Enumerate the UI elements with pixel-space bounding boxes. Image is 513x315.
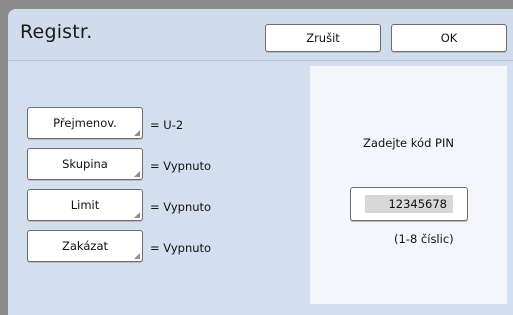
pin-prompt-label: Zadejte kód PIN <box>363 136 454 150</box>
disable-button[interactable]: Zakázat <box>27 230 143 262</box>
pin-length-hint: (1-8 číslic) <box>394 232 454 246</box>
rename-value: = U-2 <box>150 118 184 132</box>
pin-input-field[interactable]: 12345678 <box>350 187 468 221</box>
limit-value: = Vypnuto <box>150 200 212 214</box>
disable-value: = Vypnuto <box>150 241 212 255</box>
screen-frame: Registr. Zrušit OK Přejmenov. = U-2 Skup… <box>0 0 513 315</box>
cancel-button[interactable]: Zrušit <box>265 24 381 52</box>
pin-input-value: 12345678 <box>365 195 453 213</box>
group-value: = Vypnuto <box>150 159 212 173</box>
dialog-titlebar: Registr. Zrušit OK <box>8 9 513 61</box>
ok-button[interactable]: OK <box>391 24 507 52</box>
group-button[interactable]: Skupina <box>27 148 143 180</box>
rename-button[interactable]: Přejmenov. <box>27 107 143 139</box>
pin-entry-panel: Zadejte kód PIN 12345678 (1-8 číslic) <box>310 66 507 304</box>
limit-button[interactable]: Limit <box>27 189 143 221</box>
dialog-title: Registr. <box>20 21 93 43</box>
registration-dialog: Registr. Zrušit OK Přejmenov. = U-2 Skup… <box>8 9 513 315</box>
